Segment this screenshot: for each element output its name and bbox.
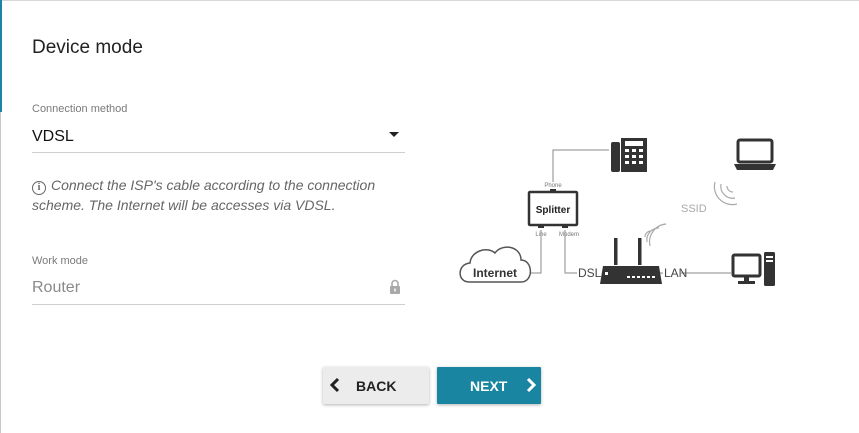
router-icon	[600, 238, 662, 284]
page-title: Device mode	[32, 37, 143, 58]
router-wifi-icon	[644, 223, 667, 247]
work-mode-label: Work mode	[32, 255, 89, 267]
ssid-label: SSID	[681, 203, 707, 215]
work-mode-field: Work mode Router	[32, 255, 405, 305]
next-button[interactable]: NEXT	[437, 367, 541, 404]
modem-label: Modem	[559, 232, 579, 238]
chevron-left-icon	[329, 377, 340, 393]
next-button-label: NEXT	[470, 378, 508, 394]
desktop-computer-icon	[731, 252, 775, 286]
connection-method-label: Connection method	[32, 103, 128, 115]
phone-icon	[611, 138, 647, 172]
info-text: Connect the ISP's cable according to the…	[32, 177, 376, 213]
info-message: i Connect the ISP's cable according to th…	[32, 175, 412, 215]
work-mode-value: Router	[32, 279, 81, 296]
phone-label: Phone	[544, 183, 562, 189]
dsl-label: DSL	[578, 266, 602, 280]
chevron-right-icon	[526, 377, 537, 393]
back-button[interactable]: BACK	[323, 367, 429, 404]
connection-diagram: Phone Splitter Line Modem Internet DSL L…	[459, 138, 776, 286]
connection-method-select[interactable]: Connection method VDSL	[32, 103, 405, 153]
lan-label: LAN	[664, 266, 687, 280]
work-mode-underline	[32, 304, 405, 305]
frame-accent-bar	[0, 0, 2, 112]
splitter-label: Splitter	[536, 205, 571, 216]
dropdown-arrow-icon[interactable]	[389, 132, 399, 137]
internet-label: Internet	[473, 266, 517, 280]
back-button-label: BACK	[356, 378, 397, 394]
connection-method-underline	[32, 152, 405, 153]
connection-method-value: VDSL	[32, 128, 74, 145]
line-label: Line	[535, 232, 547, 238]
laptop-wifi-icon	[713, 181, 738, 206]
lock-icon	[390, 279, 400, 294]
info-icon: i	[32, 181, 46, 195]
laptop-icon	[734, 138, 776, 170]
